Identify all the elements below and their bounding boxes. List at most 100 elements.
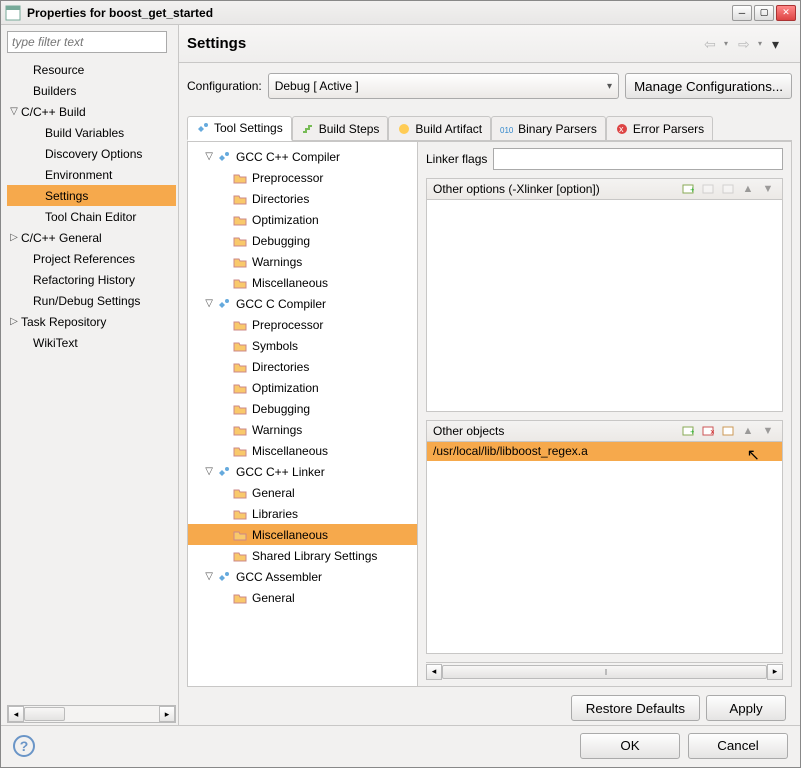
category-item[interactable]: ▷Task Repository — [7, 311, 176, 332]
category-item[interactable]: Builders — [7, 80, 176, 101]
scroll-right-icon[interactable]: ▸ — [767, 664, 783, 680]
tool-tree-item[interactable]: Optimization — [188, 209, 417, 230]
category-label: Builders — [21, 84, 76, 98]
tool-tree-item[interactable]: Directories — [188, 188, 417, 209]
list-item[interactable]: /usr/local/lib/libboost_regex.a — [427, 442, 782, 461]
close-button[interactable]: ✕ — [776, 5, 796, 21]
maximize-button[interactable]: ▢ — [754, 5, 774, 21]
folder-icon — [232, 401, 248, 417]
configuration-value: Debug [ Active ] — [275, 79, 607, 93]
tab-label: Error Parsers — [633, 122, 704, 136]
folder-icon — [232, 422, 248, 438]
up-icon: ▲ — [740, 423, 756, 439]
manage-configurations-button[interactable]: Manage Configurations... — [625, 73, 792, 99]
tool-tree-item[interactable]: Debugging — [188, 230, 417, 251]
tab-error-parsers[interactable]: xError Parsers — [606, 116, 713, 140]
category-item[interactable]: Refactoring History — [7, 269, 176, 290]
tool-tree-item[interactable]: ▽GCC Assembler — [188, 566, 417, 587]
tab-build-steps[interactable]: Build Steps — [292, 116, 389, 140]
tool-tree-label: Libraries — [252, 507, 298, 521]
folder-icon — [232, 527, 248, 543]
category-item[interactable]: ▽C/C++ Build — [7, 101, 176, 122]
scroll-track[interactable] — [24, 707, 159, 721]
tool-tree-item[interactable]: Miscellaneous — [188, 440, 417, 461]
expand-arrow-icon: ▽ — [188, 466, 216, 477]
tool-tree-item[interactable]: Shared Library Settings — [188, 545, 417, 566]
forward-dropdown-icon[interactable]: ▾ — [758, 39, 770, 48]
tool-tree-item[interactable]: Warnings — [188, 419, 417, 440]
tool-tree-item[interactable]: Symbols — [188, 335, 417, 356]
tool-tree-item[interactable]: General — [188, 587, 417, 608]
scroll-thumb[interactable] — [24, 707, 65, 721]
category-tree[interactable]: Resource Builders ▽C/C++ BuildBuild Variab… — [7, 59, 176, 705]
linker-misc-panel: Linker flags Other options (-Xlinker [op… — [418, 142, 791, 686]
tool-tree-item[interactable]: Miscellaneous — [188, 524, 417, 545]
category-item[interactable]: Environment — [7, 164, 176, 185]
folder-icon — [232, 548, 248, 564]
minimize-button[interactable]: ─ — [732, 5, 752, 21]
tool-tree-item[interactable]: Directories — [188, 356, 417, 377]
category-item[interactable]: ▷C/C++ General — [7, 227, 176, 248]
tool-tree-item[interactable]: Miscellaneous — [188, 272, 417, 293]
tool-tree[interactable]: ▽GCC C++ CompilerPreprocessorDirectories… — [188, 142, 418, 686]
remove-icon[interactable]: × — [700, 423, 716, 439]
edit-icon[interactable] — [720, 423, 736, 439]
tool-tree-item[interactable]: ▽GCC C Compiler — [188, 293, 417, 314]
other-objects-list[interactable]: /usr/local/lib/libboost_regex.a — [426, 442, 783, 654]
tool-tree-item[interactable]: General — [188, 482, 417, 503]
forward-icon[interactable]: ⇨ — [738, 36, 756, 52]
ok-button[interactable]: OK — [580, 733, 680, 759]
tool-tree-item[interactable]: Preprocessor — [188, 314, 417, 335]
tab-build-artifact[interactable]: Build Artifact — [388, 116, 491, 140]
tool-tree-item[interactable]: Libraries — [188, 503, 417, 524]
scroll-left-icon[interactable]: ◂ — [426, 664, 442, 680]
category-item[interactable]: Run/Debug Settings — [7, 290, 176, 311]
scroll-left-icon[interactable]: ◂ — [8, 706, 24, 722]
tool-tree-item[interactable]: ▽GCC C++ Linker — [188, 461, 417, 482]
cancel-button[interactable]: Cancel — [688, 733, 788, 759]
category-label: Tool Chain Editor — [21, 210, 136, 224]
filter-input[interactable] — [7, 31, 167, 53]
sidebar-hscrollbar[interactable]: ◂ ▸ — [7, 705, 176, 723]
tool-tree-item[interactable]: ▽GCC C++ Compiler — [188, 146, 417, 167]
tool-tree-item[interactable]: Optimization — [188, 377, 417, 398]
tool-icon — [216, 569, 232, 585]
category-sidebar: Resource Builders ▽C/C++ BuildBuild Variab… — [1, 25, 179, 725]
tab-tool-settings[interactable]: Tool Settings — [187, 116, 292, 141]
category-item[interactable]: Resource — [7, 59, 176, 80]
help-icon[interactable]: ? — [13, 735, 35, 757]
scroll-thumb[interactable] — [442, 665, 767, 679]
linker-flags-input[interactable] — [493, 148, 783, 170]
scroll-right-icon[interactable]: ▸ — [159, 706, 175, 722]
tool-tree-label: General — [252, 486, 295, 500]
details-hscrollbar[interactable]: ◂ ▸ — [426, 662, 783, 680]
category-item[interactable]: Discovery Options — [7, 143, 176, 164]
linker-flags-row: Linker flags — [426, 148, 783, 170]
apply-button[interactable]: Apply — [706, 695, 786, 721]
category-item[interactable]: WikiText — [7, 332, 176, 353]
back-dropdown-icon[interactable]: ▾ — [724, 39, 736, 48]
tool-tree-item[interactable]: Debugging — [188, 398, 417, 419]
svg-text:×: × — [710, 427, 714, 437]
tool-tree-label: Preprocessor — [252, 318, 323, 332]
edit-icon — [720, 181, 736, 197]
category-item[interactable]: Settings — [7, 185, 176, 206]
restore-defaults-button[interactable]: Restore Defaults — [571, 695, 700, 721]
configuration-select[interactable]: Debug [ Active ] ▾ — [268, 73, 619, 99]
add-icon[interactable]: + — [680, 423, 696, 439]
tool-tree-item[interactable]: Preprocessor — [188, 167, 417, 188]
tool-tree-label: Debugging — [252, 234, 310, 248]
back-icon[interactable]: ⇦ — [704, 36, 722, 52]
tool-tree-item[interactable]: Warnings — [188, 251, 417, 272]
window-title: Properties for boost_get_started — [27, 6, 732, 20]
menu-icon[interactable]: ▾ — [772, 36, 790, 52]
category-item[interactable]: Project References — [7, 248, 176, 269]
tab-binary-parsers[interactable]: 010Binary Parsers — [491, 116, 606, 140]
category-item[interactable]: Build Variables — [7, 122, 176, 143]
settings-content: Configuration: Debug [ Active ] ▾ Manage… — [179, 63, 800, 725]
expand-arrow-icon: ▷ — [7, 316, 21, 327]
scroll-track[interactable] — [442, 665, 767, 679]
other-options-list[interactable] — [426, 200, 783, 412]
add-icon[interactable]: + — [680, 181, 696, 197]
category-item[interactable]: Tool Chain Editor — [7, 206, 176, 227]
